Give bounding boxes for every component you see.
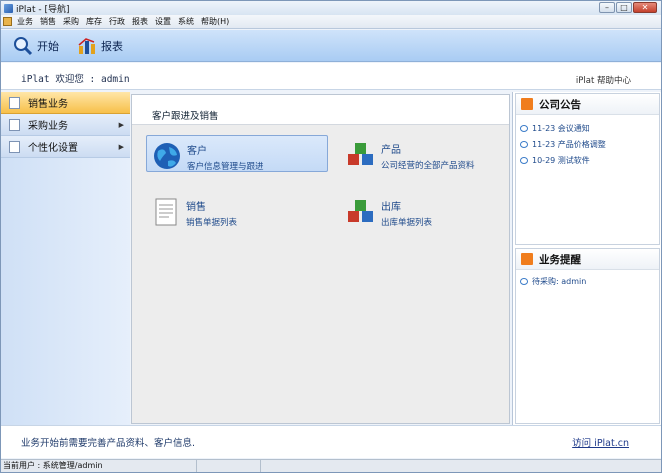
- sidebar-item-purchase[interactable]: 采购业务 ▶: [1, 114, 130, 136]
- start-label: 开始: [37, 39, 59, 53]
- menu-item-settings[interactable]: 设置: [155, 16, 171, 27]
- title-bar: iPlat - [导航] – □ ✕: [1, 1, 661, 15]
- menu-item-business[interactable]: 业务: [17, 16, 33, 27]
- sidebar: 销售业务 采购业务 ▶ 个性化设置 ▶: [1, 92, 130, 425]
- menu-bar: 业务 销售 采购 库存 行政 报表 设置 系统 帮助(H): [1, 15, 661, 29]
- menu-item-admin[interactable]: 行政: [109, 16, 125, 27]
- announcements-panel: 公司公告 11-23 会议通知 11-23 产品价格调整 10-29 测试软件: [515, 93, 660, 245]
- card-title: 出库: [381, 202, 401, 213]
- list-item[interactable]: 待采购: admin: [516, 273, 659, 289]
- speech-bubble-icon: [520, 156, 528, 164]
- visit-site-link[interactable]: 访问 iPlat.cn: [572, 435, 629, 449]
- system-menu-icon[interactable]: [3, 17, 12, 26]
- minimize-button[interactable]: –: [599, 2, 615, 13]
- speech-bubble-icon: [520, 124, 528, 132]
- close-button[interactable]: ✕: [633, 2, 657, 13]
- maximize-button[interactable]: □: [616, 2, 632, 13]
- menu-item-system[interactable]: 系统: [178, 16, 194, 27]
- document-icon: [9, 118, 20, 131]
- speech-bubble-icon: [520, 140, 528, 148]
- cubes-icon: [348, 200, 373, 222]
- globe-icon: [154, 143, 180, 169]
- trend-icon: [521, 98, 533, 110]
- expand-arrow-icon: ▶: [118, 120, 124, 129]
- sidebar-item-label: 个性化设置: [28, 143, 78, 154]
- document-icon: [9, 140, 20, 153]
- right-panel: 公司公告 11-23 会议通知 11-23 产品价格调整 10-29 测试软件: [512, 92, 661, 425]
- sidebar-item-sales[interactable]: 销售业务: [1, 92, 130, 114]
- card-outbound[interactable]: 出库 出库单据列表: [341, 192, 506, 229]
- report-button[interactable]: 报表: [77, 36, 123, 56]
- list-item[interactable]: 10-29 测试软件: [516, 152, 659, 168]
- app-window: iPlat - [导航] – □ ✕ 业务 销售 采购 库存 行政 报表 设置 …: [0, 0, 662, 473]
- card-title: 销售: [186, 202, 206, 213]
- app-icon: [4, 3, 13, 13]
- list-item[interactable]: 11-23 会议通知: [516, 120, 659, 136]
- document-icon: [9, 96, 20, 109]
- reminder-link[interactable]: 待采购: admin: [532, 276, 586, 287]
- status-cell: [261, 460, 661, 472]
- card-description: 客户信息管理与跟进: [187, 162, 264, 172]
- announcement-link[interactable]: 11-23 产品价格调整: [532, 139, 606, 150]
- card-title: 产品: [381, 145, 401, 156]
- speech-bubble-icon: [520, 277, 528, 285]
- expand-arrow-icon: ▶: [118, 142, 124, 151]
- card-product[interactable]: 产品 公司经营的全部产品资料: [341, 135, 506, 172]
- card-sales[interactable]: 销售 销售单据列表: [146, 192, 328, 229]
- menu-item-help[interactable]: 帮助(H): [201, 16, 229, 27]
- welcome-bar: iPlat 欢迎您 : admin iPlat 帮助中心: [1, 63, 661, 90]
- announcement-link[interactable]: 10-29 测试软件: [532, 155, 590, 166]
- help-center-link[interactable]: iPlat 帮助中心: [576, 74, 631, 86]
- cubes-icon: [348, 143, 373, 165]
- list-item[interactable]: 11-23 产品价格调整: [516, 136, 659, 152]
- window-title: iPlat - [导航]: [16, 4, 70, 15]
- card-title: 客户: [187, 146, 207, 157]
- status-bar: 当前用户 : 系统管理/admin: [1, 459, 661, 472]
- chart-icon: [78, 37, 95, 54]
- sidebar-item-personalization[interactable]: 个性化设置 ▶: [1, 136, 130, 158]
- card-customer[interactable]: 客户 客户信息管理与跟进: [146, 135, 328, 172]
- document-icon: [155, 198, 177, 226]
- menu-item-purchase[interactable]: 采购: [63, 16, 79, 27]
- toolbar: 开始 报表: [1, 30, 661, 62]
- announcement-link[interactable]: 11-23 会议通知: [532, 123, 590, 134]
- menu-item-reports[interactable]: 报表: [132, 16, 148, 27]
- card-description: 出库单据列表: [381, 218, 433, 228]
- magnifier-icon: [14, 36, 33, 55]
- panel-title: 公司公告: [539, 98, 581, 111]
- panel-title: 业务提醒: [539, 253, 581, 266]
- sidebar-item-label: 销售业务: [28, 99, 68, 110]
- welcome-text: iPlat 欢迎您 : admin: [21, 74, 130, 85]
- reminders-panel: 业务提醒 待采购: admin: [515, 248, 660, 424]
- list-icon: [521, 253, 533, 265]
- menu-item-sales[interactable]: 销售: [40, 16, 56, 27]
- start-button[interactable]: 开始: [13, 36, 59, 56]
- main-panel: 客户跟进及销售 客户 客户信息管理与跟进 产品 公司经营的全部产品资料 销售 销…: [131, 94, 510, 424]
- footer: 业务开始前需要完善产品资料、客户信息. 访问 iPlat.cn: [1, 425, 661, 458]
- report-label: 报表: [101, 39, 123, 53]
- card-description: 销售单据列表: [186, 218, 238, 228]
- sidebar-item-label: 采购业务: [28, 121, 68, 132]
- status-current-user: 当前用户 : 系统管理/admin: [1, 460, 197, 472]
- status-cell: [197, 460, 261, 472]
- footer-message: 业务开始前需要完善产品资料、客户信息.: [21, 438, 196, 449]
- section-title: 客户跟进及销售: [132, 95, 509, 125]
- card-description: 公司经营的全部产品资料: [381, 161, 475, 171]
- menu-item-inventory[interactable]: 库存: [86, 16, 102, 27]
